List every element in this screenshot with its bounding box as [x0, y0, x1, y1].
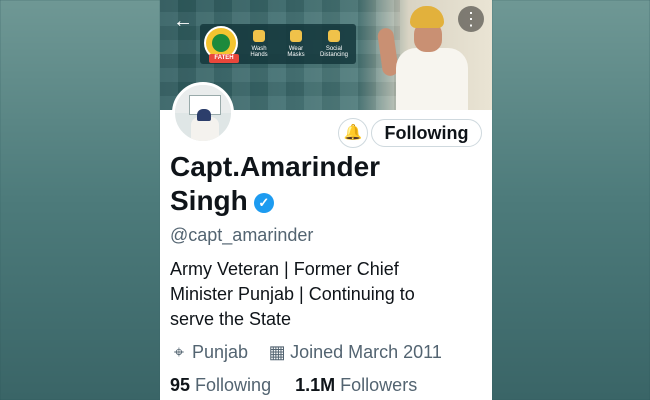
profile-meta: ⌖ Punjab ▦ Joined March 2011	[170, 342, 442, 363]
campaign-strip: FATEH Wash Hands Wear Masks Social Dista…	[200, 24, 356, 64]
fateh-logo: FATEH	[204, 26, 239, 63]
location-pin-icon: ⌖	[173, 342, 185, 362]
bell-plus-icon: 🔔	[343, 124, 363, 141]
profile-screen: FATEH Wash Hands Wear Masks Social Dista…	[160, 0, 492, 400]
back-button[interactable]: ←	[170, 8, 196, 34]
background-right	[492, 0, 650, 400]
profile-bio: Army Veteran | Former Chief Minister Pun…	[170, 259, 415, 329]
profile-counts: 95 Following 1.1M Followers	[170, 375, 417, 396]
following-button[interactable]: Following	[371, 119, 482, 147]
profile-joined: Joined March 2011	[290, 342, 442, 362]
distancing-icon	[328, 30, 340, 42]
display-name: Capt.Amarinder Singh ✓	[170, 151, 381, 216]
verified-badge-icon: ✓	[253, 193, 274, 213]
mask-icon	[290, 30, 302, 42]
background-left	[0, 0, 160, 400]
avatar[interactable]	[172, 82, 234, 144]
profile-handle: @capt_amarinder	[170, 225, 314, 245]
notifications-button[interactable]: 🔔	[338, 118, 368, 148]
more-button[interactable]: ⋮	[458, 6, 484, 32]
following-link[interactable]: 95 Following	[170, 375, 271, 395]
profile-location: Punjab	[192, 342, 249, 362]
hands-icon	[253, 30, 265, 42]
campaign-item-wash-hands: Wash Hands	[242, 28, 276, 60]
fateh-label: FATEH	[209, 54, 239, 63]
campaign-item-wear-masks: Wear Masks	[280, 28, 312, 60]
more-vertical-icon: ⋮	[462, 9, 480, 29]
campaign-item-social-distancing: Social Distancing	[312, 28, 356, 60]
arrow-left-icon: ←	[173, 10, 193, 32]
followers-link[interactable]: 1.1M Followers	[295, 375, 417, 395]
calendar-icon: ▦	[268, 342, 286, 362]
